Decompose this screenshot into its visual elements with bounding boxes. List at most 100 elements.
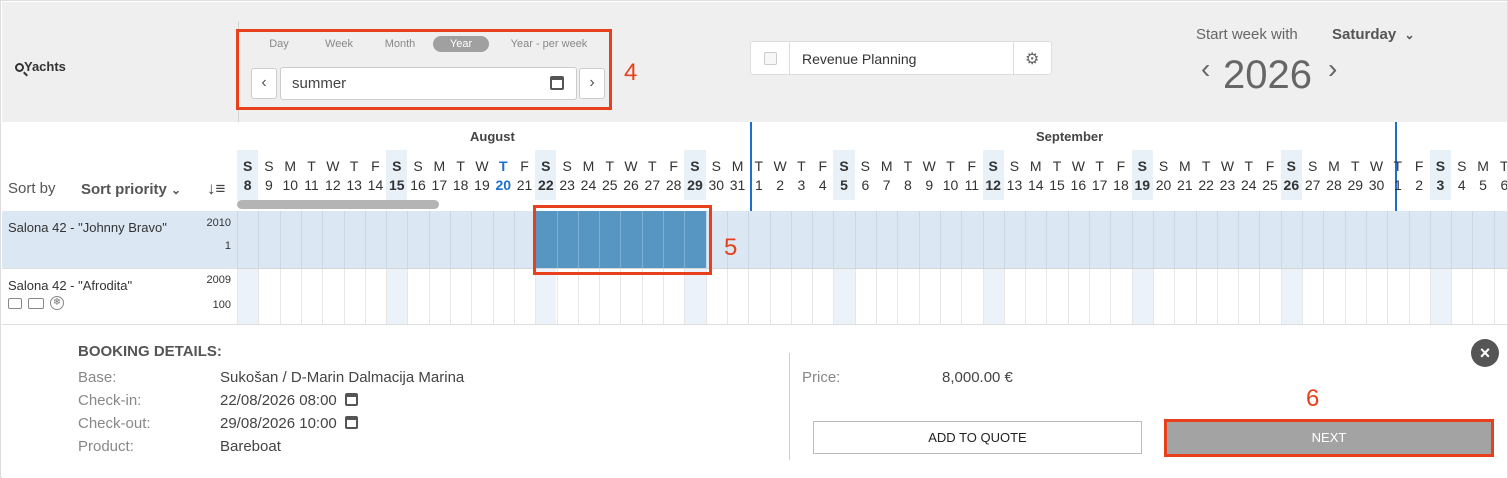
- grid-line: [769, 268, 771, 325]
- grid-line: [1067, 211, 1069, 268]
- yacht-row[interactable]: Salona 42 - "Afrodita" 2009 100 ❄: [2, 268, 237, 324]
- grid-line: [1323, 268, 1325, 325]
- grid-line: [790, 211, 792, 268]
- day-letter: S: [860, 158, 870, 174]
- search-icon: [15, 63, 28, 77]
- day-letter: T: [1350, 158, 1360, 174]
- grid-line: [386, 268, 388, 325]
- annotation-label-6: 6: [1306, 385, 1320, 412]
- add-to-quote-button[interactable]: ADD TO QUOTE: [813, 421, 1142, 454]
- prev-year-button[interactable]: ‹: [1201, 53, 1210, 85]
- day-letter: W: [1071, 158, 1085, 174]
- next-year-button[interactable]: ›: [1328, 53, 1337, 85]
- day-number: 15: [388, 177, 405, 193]
- grid-line: [1451, 211, 1453, 268]
- revenue-label: Revenue Planning: [802, 51, 917, 67]
- chevron-down-icon: ⌄: [1404, 28, 1415, 42]
- day-letter: T: [1095, 158, 1104, 174]
- day-number: 13: [346, 177, 362, 193]
- grid-line: [961, 211, 963, 268]
- week-start-select[interactable]: Saturday ⌄: [1332, 26, 1415, 43]
- divider: [789, 42, 790, 74]
- grid-line: [1365, 268, 1367, 325]
- grid-line: [428, 268, 430, 325]
- day-number: 31: [729, 177, 746, 193]
- sort-direction-icon[interactable]: ↓≡: [207, 179, 225, 199]
- grid-line: [1344, 268, 1346, 325]
- day-letter: T: [456, 158, 465, 174]
- grid-line: [897, 268, 899, 325]
- calendar-icon[interactable]: [344, 416, 358, 429]
- day-letter: S: [242, 158, 253, 174]
- grid-line: [1429, 268, 1431, 325]
- booking-title: BOOKING DETAILS:: [78, 343, 222, 360]
- day-letter: S: [1457, 158, 1467, 174]
- grid-line: [237, 211, 238, 268]
- grid-line: [1003, 211, 1005, 268]
- calendar-icon[interactable]: [344, 393, 358, 406]
- checkin-field[interactable]: 22/08/2026 08:00: [220, 392, 358, 409]
- grid-line: [1174, 211, 1176, 268]
- grid-line: [428, 211, 430, 268]
- day-letter: T: [648, 158, 657, 174]
- grid-line: [726, 268, 728, 325]
- day-number: 24: [580, 177, 597, 193]
- day-number: 8: [904, 177, 912, 193]
- weekend-cell: [386, 268, 408, 325]
- grid-line: [961, 268, 963, 325]
- grid-line: [897, 211, 899, 268]
- day-letter: T: [349, 158, 359, 174]
- horizontal-scrollbar[interactable]: [237, 200, 439, 209]
- grid-line: [599, 268, 601, 325]
- yacht-search[interactable]: Yachts: [15, 59, 66, 77]
- yacht-row[interactable]: Salona 42 - "Johnny Bravo" 2010 1: [2, 211, 237, 268]
- day-number: 3: [1436, 177, 1445, 193]
- grid-line: [258, 211, 260, 268]
- day-number: 30: [708, 177, 725, 193]
- day-number: 8: [243, 177, 252, 193]
- day-letter: W: [475, 158, 489, 174]
- close-icon[interactable]: ×: [1471, 339, 1499, 367]
- grid-line: [1131, 268, 1133, 325]
- day-letter: S: [711, 158, 721, 174]
- grid-line: [1046, 268, 1048, 325]
- grid-line: [1280, 268, 1282, 325]
- grid-line: [1152, 211, 1154, 268]
- grid-line: [407, 211, 409, 268]
- grid-line: [1280, 211, 1282, 268]
- day-letter: T: [797, 158, 806, 174]
- day-number: 17: [1091, 177, 1108, 193]
- revenue-checkbox[interactable]: [764, 52, 777, 65]
- day-letter: F: [520, 158, 529, 174]
- grid-line: [343, 268, 345, 325]
- grid-line: [1216, 268, 1218, 325]
- grid-line: [300, 268, 302, 325]
- grid-line: [812, 211, 814, 268]
- day-number: 16: [410, 177, 426, 193]
- product-value: Bareboat: [220, 438, 281, 455]
- checkin-label: Check-in:: [78, 392, 142, 409]
- grid-line: [982, 268, 984, 325]
- grid-line: [1493, 211, 1495, 268]
- grid-line: [1451, 268, 1453, 325]
- grid-line: [833, 211, 835, 268]
- weekend-cell: [833, 268, 855, 325]
- day-letter: M: [433, 158, 446, 174]
- grid-line: [982, 211, 984, 268]
- next-button[interactable]: NEXT: [1164, 419, 1494, 457]
- day-number: 19: [474, 177, 490, 193]
- sort-select[interactable]: Sort priority ⌄: [81, 181, 181, 198]
- gear-icon[interactable]: ⚙: [1025, 49, 1039, 69]
- year-value: 2026: [1223, 53, 1312, 97]
- day-letter: S: [988, 158, 998, 174]
- checkout-field[interactable]: 29/08/2026 10:00: [220, 415, 358, 432]
- grid-line: [1344, 211, 1346, 268]
- day-letter: S: [264, 158, 274, 174]
- day-number: 6: [1500, 177, 1507, 193]
- grid-line: [790, 268, 792, 325]
- day-number: 21: [1177, 177, 1193, 193]
- grid-line: [854, 268, 856, 325]
- grid-line: [279, 211, 281, 268]
- grid-line: [1067, 268, 1069, 325]
- grid-line: [535, 268, 537, 325]
